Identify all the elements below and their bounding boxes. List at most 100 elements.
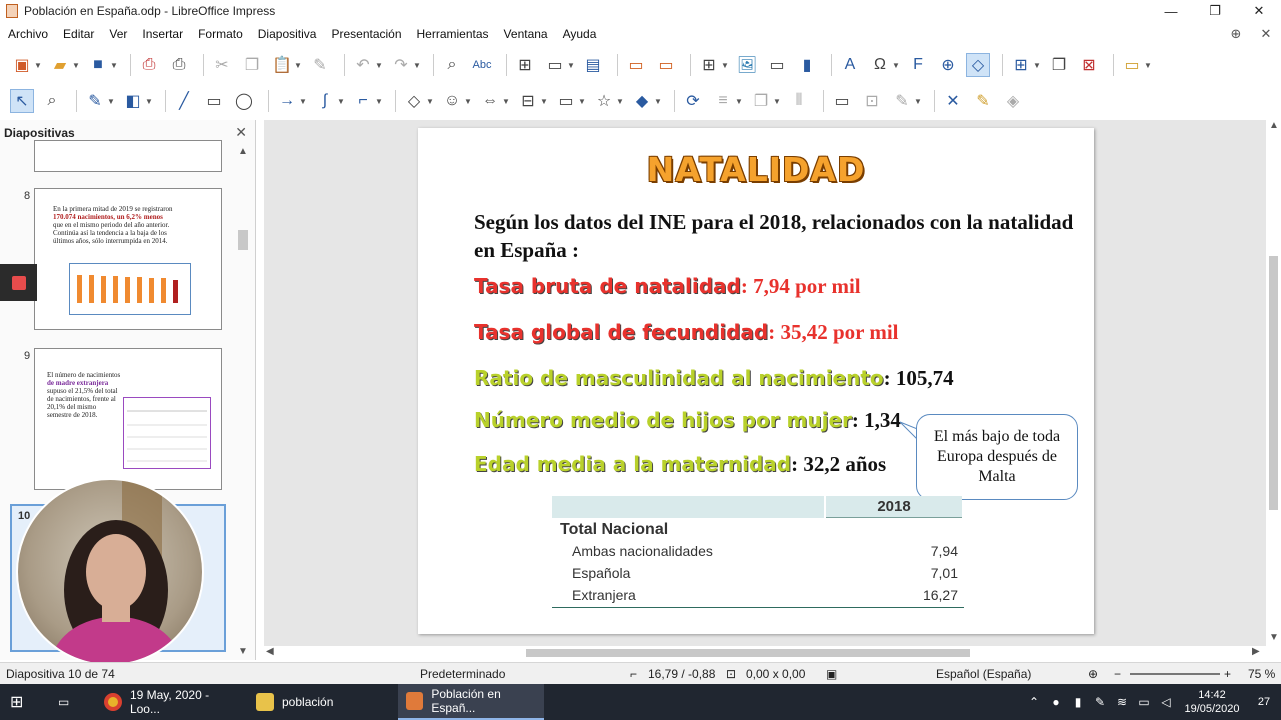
spelling-icon[interactable]: Abc — [470, 53, 494, 77]
show-hidden-icons-icon[interactable]: ⌃ — [1023, 695, 1045, 709]
new-slide-icon[interactable]: ⊞ — [1009, 53, 1033, 77]
current-slide[interactable]: NATALIDAD Según los datos del INE para e… — [418, 128, 1094, 634]
menu-editar[interactable]: Editar — [55, 27, 101, 41]
globe-update-icon[interactable]: ⊕ — [1221, 26, 1251, 42]
scroll-up-icon[interactable]: ▲ — [238, 146, 248, 157]
align-dropdown-icon[interactable]: ▼ — [735, 97, 743, 106]
scroll-down-icon[interactable]: ▼ — [1269, 632, 1279, 643]
master-slide-icon[interactable]: ▤ — [581, 53, 605, 77]
filter-dropdown-icon[interactable]: ▼ — [914, 97, 922, 106]
basic-shapes-icon[interactable]: ◇ — [402, 89, 426, 113]
select-arrow-icon[interactable]: ↖ — [10, 89, 34, 113]
close-window-button[interactable]: ✕ — [1237, 0, 1281, 22]
callouts-icon[interactable]: ▭ — [554, 89, 578, 113]
curves-dropdown-icon[interactable]: ▼ — [337, 97, 345, 106]
zoom-out-icon[interactable]: − — [1114, 667, 1121, 681]
line-color-icon[interactable]: ✎ — [83, 89, 107, 113]
stat-ratio-masculinidad[interactable]: Ratio de masculinidad al nacimiento: 105… — [474, 366, 954, 391]
special-character-dropdown-icon[interactable]: ▼ — [892, 61, 900, 70]
fit-slide-icon[interactable]: ⊕ — [1088, 667, 1098, 681]
notifications-badge[interactable]: 27 — [1247, 696, 1281, 708]
menu-diapositiva[interactable]: Diapositiva — [250, 27, 324, 41]
table-icon[interactable]: ⊞ — [697, 53, 721, 77]
natality-table[interactable]: 2018 Total Nacional Ambas nacionalidades… — [552, 496, 964, 608]
rectangle-icon[interactable]: ▭ — [202, 89, 226, 113]
flowchart-dropdown-icon[interactable]: ▼ — [540, 97, 548, 106]
open-dropdown-icon[interactable]: ▼ — [72, 61, 80, 70]
3d-objects-dropdown-icon[interactable]: ▼ — [654, 97, 662, 106]
menu-insertar[interactable]: Insertar — [134, 27, 190, 41]
stat-tasa-global[interactable]: Tasa global de fecundidad: 35,42 por mil — [474, 320, 899, 345]
fill-color-dropdown-icon[interactable]: ▼ — [145, 97, 153, 106]
paste-dropdown-icon[interactable]: ▼ — [294, 61, 302, 70]
arrange-dropdown-icon[interactable]: ▼ — [773, 97, 781, 106]
delete-slide-icon[interactable]: ⊠ — [1077, 53, 1101, 77]
fill-color-icon[interactable]: ◧ — [121, 89, 145, 113]
start-first-slide-icon[interactable]: ▭ — [624, 53, 648, 77]
redo-dropdown-icon[interactable]: ▼ — [413, 61, 421, 70]
symbol-shapes-dropdown-icon[interactable]: ▼ — [464, 97, 472, 106]
print-icon[interactable]: ⎙ — [167, 53, 191, 77]
redo-icon[interactable]: ↷ — [389, 53, 413, 77]
zoom-pan-icon[interactable]: ⌕ — [40, 89, 64, 113]
stat-hijos-por-mujer[interactable]: Número medio de hijos por mujer: 1,34 — [474, 408, 901, 433]
slide-layout-dropdown-icon[interactable]: ▼ — [1144, 61, 1152, 70]
battery-icon[interactable]: ▭ — [1133, 695, 1155, 709]
scroll-right-icon[interactable]: ▶ — [1252, 646, 1260, 657]
taskbar-impress[interactable]: Población en Españ... — [398, 684, 544, 720]
scroll-thumb[interactable] — [238, 230, 248, 250]
line-icon[interactable]: ╱ — [172, 89, 196, 113]
menu-ayuda[interactable]: Ayuda — [555, 27, 604, 41]
crop-icon[interactable]: ⊡ — [860, 89, 884, 113]
save-icon[interactable]: ■ — [86, 53, 110, 77]
slide-layout-icon[interactable]: ▭ — [1120, 53, 1144, 77]
curves-icon[interactable]: ∫ — [313, 89, 337, 113]
menu-herramientas[interactable]: Herramientas — [409, 27, 496, 41]
connectors-dropdown-icon[interactable]: ▼ — [375, 97, 383, 106]
distribute-icon[interactable]: ⫴ — [787, 89, 811, 113]
editor-vertical-scrollbar[interactable]: ▲ ▼ — [1266, 120, 1281, 646]
block-arrows-dropdown-icon[interactable]: ▼ — [502, 97, 510, 106]
special-character-icon[interactable]: Ω — [868, 53, 892, 77]
image-icon[interactable]: 🖼 — [735, 53, 759, 77]
stars-dropdown-icon[interactable]: ▼ — [616, 97, 624, 106]
symbol-shapes-icon[interactable]: ☺ — [440, 89, 464, 113]
chart-icon[interactable]: ▮ — [795, 53, 819, 77]
zoom-in-icon[interactable]: + — [1224, 667, 1231, 681]
flowchart-icon[interactable]: ⊟ — [516, 89, 540, 113]
restore-button[interactable]: ❐ — [1193, 0, 1237, 22]
stars-icon[interactable]: ☆ — [592, 89, 616, 113]
scroll-thumb[interactable] — [1269, 256, 1278, 510]
connectors-icon[interactable]: ⌐ — [351, 89, 375, 113]
export-pdf-icon[interactable]: ⎙ — [137, 53, 161, 77]
paste-icon[interactable]: 📋 — [270, 53, 294, 77]
show-draw-functions-icon[interactable]: ◇ — [966, 53, 990, 77]
panel-close-button[interactable]: ✕ — [235, 124, 247, 141]
close-document-icon[interactable]: ✕ — [1251, 26, 1281, 42]
basic-shapes-dropdown-icon[interactable]: ▼ — [426, 97, 434, 106]
menu-ventana[interactable]: Ventana — [496, 27, 555, 41]
line-color-dropdown-icon[interactable]: ▼ — [107, 97, 115, 106]
pen-icon[interactable]: ✎ — [1089, 695, 1111, 709]
stat-tasa-bruta[interactable]: Tasa bruta de natalidad: 7,94 por mil — [474, 274, 861, 299]
save-dropdown-icon[interactable]: ▼ — [110, 61, 118, 70]
new-icon[interactable]: ▣ — [10, 53, 34, 77]
table-dropdown-icon[interactable]: ▼ — [721, 61, 729, 70]
copy-icon[interactable]: ❐ — [240, 53, 264, 77]
display-views-icon[interactable]: ▭ — [543, 53, 567, 77]
hyperlink-icon[interactable]: ⊕ — [936, 53, 960, 77]
align-icon[interactable]: ≡ — [711, 89, 735, 113]
ellipse-icon[interactable]: ◯ — [232, 89, 256, 113]
start-button[interactable]: ⊞ — [10, 684, 36, 720]
scroll-down-icon[interactable]: ▼ — [238, 646, 248, 657]
grid-icon[interactable]: ⊞ — [513, 53, 537, 77]
slide-thumbnail-7[interactable] — [34, 140, 222, 172]
points-icon[interactable]: ✕ — [941, 89, 965, 113]
taskbar-folder[interactable]: población — [248, 684, 392, 720]
menu-archivo[interactable]: Archivo — [0, 27, 55, 41]
menu-ver[interactable]: Ver — [101, 27, 134, 41]
undo-dropdown-icon[interactable]: ▼ — [375, 61, 383, 70]
scroll-left-icon[interactable]: ◀ — [266, 646, 274, 657]
task-view-icon[interactable]: ▭ — [58, 684, 82, 720]
glue-points-icon[interactable]: ✎ — [971, 89, 995, 113]
